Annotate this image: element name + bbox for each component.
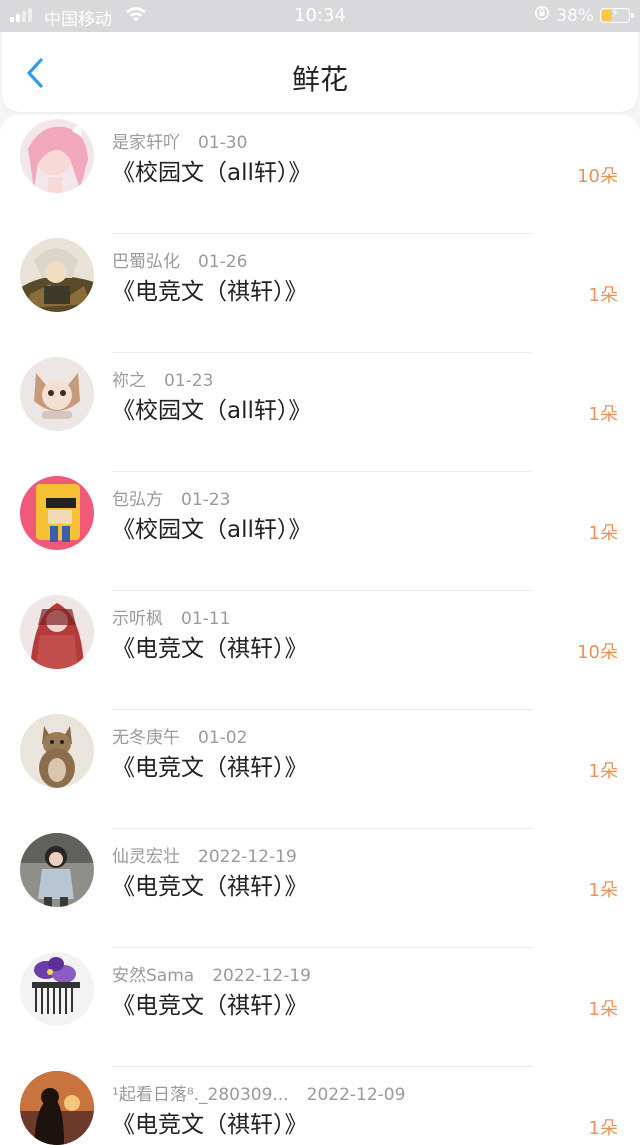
flower-record-item[interactable]: 祢之 01-23 《校园文（all轩）》 1朵: [0, 353, 640, 472]
orientation-lock-icon: [534, 5, 550, 26]
username[interactable]: 包弘方: [112, 490, 163, 510]
work-title[interactable]: 《电竞文（祺轩）》: [112, 629, 308, 663]
avatar: [20, 952, 94, 1026]
status-bar: 中国移动 10:34 38% ⚡: [0, 0, 640, 32]
record-date: 01-26: [198, 252, 248, 272]
flower-record-item[interactable]: 无冬庚午 01-02 《电竞文（祺轩）》 1朵: [0, 710, 640, 829]
battery-icon: ⚡: [600, 6, 634, 23]
flower-count: 1朵: [588, 880, 618, 901]
username[interactable]: 安然Sama: [112, 966, 194, 986]
work-title[interactable]: 《电竞文（祺轩）》: [112, 867, 308, 901]
flower-record-item[interactable]: 是家轩吖 01-30 《校园文（all轩）》 10朵: [0, 115, 640, 234]
charging-bolt-icon: ⚡: [610, 6, 620, 21]
work-title[interactable]: 《校园文（all轩）》: [112, 510, 311, 544]
record-date: 2022-12-09: [306, 1085, 406, 1105]
avatar: [20, 238, 94, 312]
page-title: 鲜花: [291, 63, 348, 96]
record-meta: 安然Sama 2022-12-19: [112, 961, 311, 986]
work-title[interactable]: 《校园文（all轩）》: [112, 153, 311, 187]
avatar: [20, 1071, 94, 1145]
avatar: [20, 714, 94, 788]
flower-count: 1朵: [588, 404, 618, 425]
flower-record-list: 是家轩吖 01-30 《校园文（all轩）》 10朵 巴蜀弘化 01-26 《电竞文…: [0, 115, 640, 1145]
username[interactable]: 无冬庚午: [112, 728, 180, 748]
record-meta: 示听枫 01-11: [112, 604, 230, 629]
record-meta: 是家轩吖 01-30: [112, 128, 247, 153]
work-title[interactable]: 《电竞文（祺轩）》: [112, 272, 308, 306]
username[interactable]: 仙灵宏壮: [112, 847, 180, 867]
record-date: 01-23: [164, 371, 214, 391]
battery-cap: [631, 13, 634, 18]
avatar: [20, 357, 94, 431]
username[interactable]: 祢之: [112, 371, 146, 391]
flower-record-item[interactable]: 安然Sama 2022-12-19 《电竞文（祺轩）》 1朵: [0, 948, 640, 1067]
flower-record-item[interactable]: ¹起看日落⁸._280309... 2022-12-09 《电竞文（祺轩）》 1朵: [0, 1067, 640, 1145]
record-date: 01-30: [198, 133, 248, 153]
flower-record-item[interactable]: 巴蜀弘化 01-26 《电竞文（祺轩）》 1朵: [0, 234, 640, 353]
username[interactable]: 示听枫: [112, 609, 163, 629]
record-meta: ¹起看日落⁸._280309... 2022-12-09: [112, 1080, 405, 1105]
avatar: [20, 833, 94, 907]
work-title[interactable]: 《电竞文（祺轩）》: [112, 1105, 308, 1139]
battery-percent: 38%: [556, 5, 594, 26]
record-meta: 巴蜀弘化 01-26: [112, 247, 247, 272]
record-date: 01-02: [198, 728, 248, 748]
status-right-group: 38% ⚡: [534, 5, 634, 26]
flower-count: 1朵: [588, 285, 618, 306]
flower-count: 1朵: [588, 999, 618, 1020]
record-date: 01-23: [181, 490, 231, 510]
record-date: 2022-12-19: [198, 847, 297, 867]
avatar: [20, 595, 94, 669]
record-meta: 仙灵宏壮 2022-12-19: [112, 842, 297, 867]
flower-record-item[interactable]: 示听枫 01-11 《电竞文（祺轩）》 10朵: [0, 591, 640, 710]
flower-count: 10朵: [577, 642, 618, 663]
flower-count: 1朵: [588, 761, 618, 782]
record-date: 01-11: [181, 609, 231, 629]
flower-count: 1朵: [588, 523, 618, 544]
record-meta: 无冬庚午 01-02: [112, 723, 247, 748]
avatar: [20, 476, 94, 550]
avatar: [20, 119, 94, 193]
nav-header: 鲜花: [2, 32, 638, 112]
work-title[interactable]: 《电竞文（祺轩）》: [112, 986, 308, 1020]
flower-count: 10朵: [577, 166, 618, 187]
record-meta: 包弘方 01-23: [112, 485, 230, 510]
username[interactable]: 巴蜀弘化: [112, 252, 180, 272]
record-meta: 祢之 01-23: [112, 366, 213, 391]
flower-record-item[interactable]: 包弘方 01-23 《校园文（all轩）》 1朵: [0, 472, 640, 591]
record-date: 2022-12-19: [212, 966, 311, 986]
work-title[interactable]: 《电竞文（祺轩）》: [112, 748, 308, 782]
flower-count: 1朵: [588, 1118, 618, 1139]
username[interactable]: 是家轩吖: [112, 133, 180, 153]
work-title[interactable]: 《校园文（all轩）》: [112, 391, 311, 425]
flower-record-item[interactable]: 仙灵宏壮 2022-12-19 《电竞文（祺轩）》 1朵: [0, 829, 640, 948]
username[interactable]: ¹起看日落⁸._280309...: [112, 1085, 289, 1105]
